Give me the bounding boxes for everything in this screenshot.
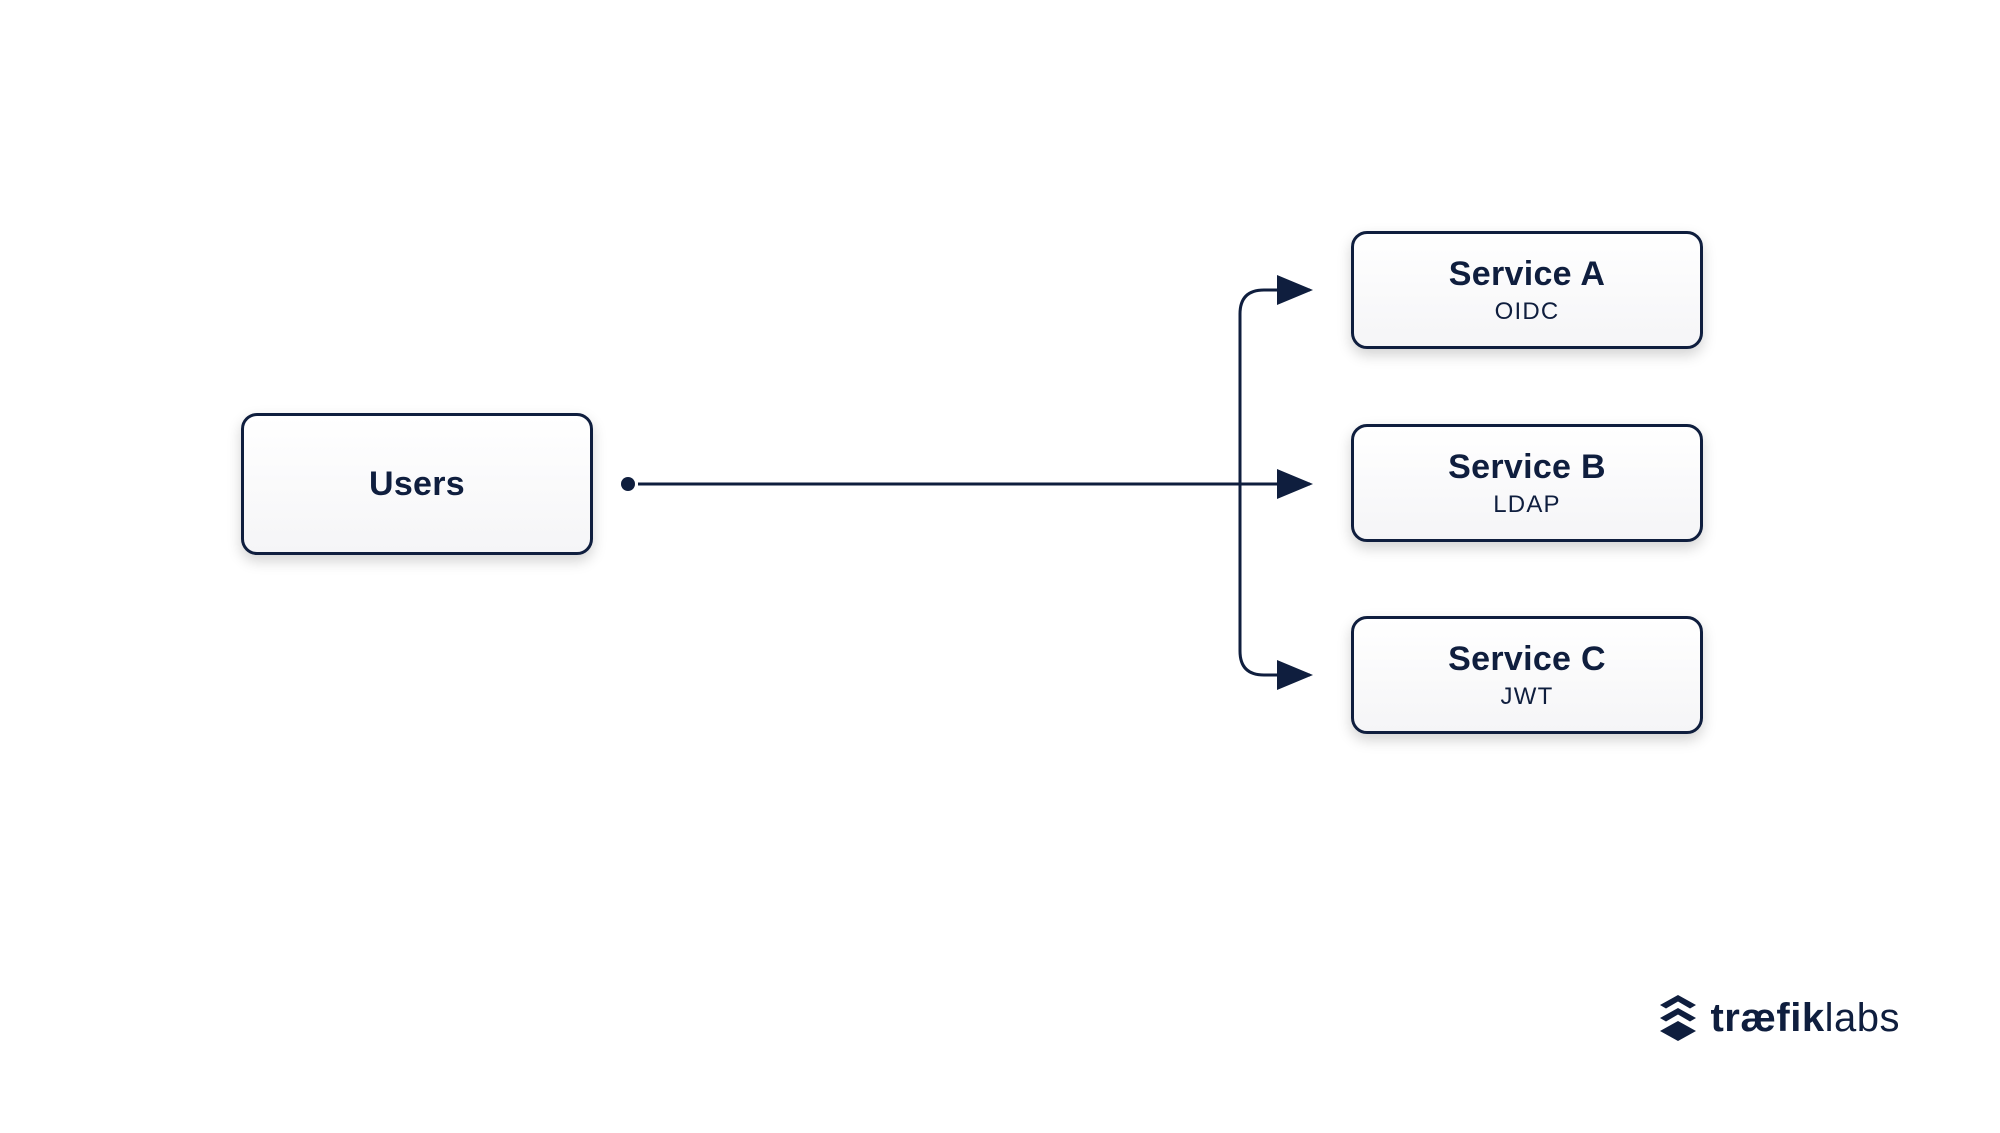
users-label: Users	[369, 465, 465, 504]
start-dot-icon	[621, 477, 635, 491]
users-box: Users	[241, 413, 593, 555]
service-c-box: Service C JWT	[1351, 616, 1703, 734]
service-a-box: Service A OIDC	[1351, 231, 1703, 349]
service-b-title: Service B	[1448, 448, 1606, 487]
logo-suffix: labs	[1825, 996, 1900, 1040]
service-b-box: Service B LDAP	[1351, 424, 1703, 542]
service-b-auth: LDAP	[1493, 491, 1561, 519]
logo-text: træfiklabs	[1710, 996, 1900, 1041]
service-c-auth: JWT	[1501, 683, 1554, 711]
arrow-to-service-c	[1240, 484, 1310, 675]
connection-arrows	[0, 0, 2000, 1133]
arrow-to-service-a	[1240, 290, 1310, 484]
service-a-title: Service A	[1449, 255, 1605, 294]
logo-prefix: træfik	[1710, 996, 1824, 1040]
service-a-auth: OIDC	[1495, 298, 1560, 326]
traefik-labs-logo: træfiklabs	[1656, 993, 1900, 1043]
service-c-title: Service C	[1448, 640, 1606, 679]
traefik-logo-icon	[1656, 993, 1700, 1043]
